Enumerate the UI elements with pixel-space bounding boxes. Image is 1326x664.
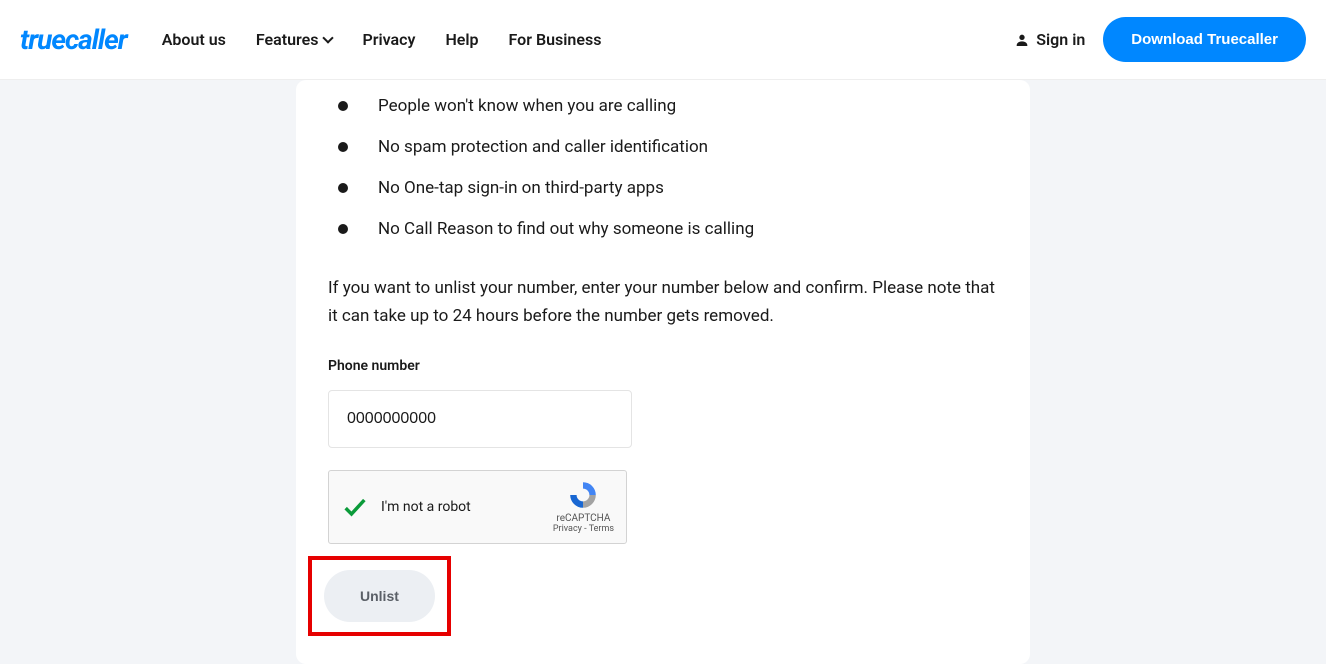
signin-link[interactable]: Sign in [1014, 30, 1085, 49]
chevron-down-icon [323, 32, 334, 43]
recaptcha-links: Privacy - Terms [553, 524, 614, 534]
bullet-text: No One-tap sign-in on third-party apps [378, 174, 664, 203]
phone-label: Phone number [328, 358, 998, 374]
nav-privacy[interactable]: Privacy [362, 30, 415, 49]
recaptcha-widget[interactable]: I'm not a robot reCAPTCHA Privacy - Term… [328, 470, 627, 544]
nav-label: Help [445, 30, 478, 49]
logo[interactable]: truecaller [20, 23, 127, 56]
nav-for-business[interactable]: For Business [509, 30, 602, 49]
nav: About us Features Privacy Help For Busin… [162, 30, 1015, 49]
list-item: No Call Reason to find out why someone i… [338, 215, 998, 244]
unlist-button[interactable]: Unlist [324, 570, 435, 622]
nav-features[interactable]: Features [256, 30, 333, 49]
bullet-icon [338, 101, 348, 111]
bullet-icon [338, 224, 348, 234]
nav-about-us[interactable]: About us [162, 30, 226, 49]
bullet-list: People won't know when you are calling N… [338, 92, 998, 244]
header: truecaller About us Features Privacy Hel… [0, 0, 1326, 80]
bullet-text: No spam protection and caller identifica… [378, 133, 708, 162]
highlight-annotation: Unlist [308, 556, 451, 636]
nav-help[interactable]: Help [445, 30, 478, 49]
bullet-icon [338, 183, 348, 193]
recaptcha-text: I'm not a robot [381, 499, 553, 515]
recaptcha-brand: reCAPTCHA Privacy - Terms [553, 479, 614, 534]
signin-label: Sign in [1036, 30, 1085, 49]
phone-input[interactable] [328, 390, 632, 448]
list-item: No spam protection and caller identifica… [338, 133, 998, 162]
unlist-card: People won't know when you are calling N… [296, 80, 1030, 664]
bullet-text: No Call Reason to find out why someone i… [378, 215, 754, 244]
nav-label: Privacy [362, 30, 415, 49]
bullet-text: People won't know when you are calling [378, 92, 676, 121]
nav-label: About us [162, 30, 226, 49]
nav-label: For Business [509, 30, 602, 49]
checkmark-icon [341, 493, 369, 521]
description: If you want to unlist your number, enter… [328, 274, 998, 330]
bullet-icon [338, 142, 348, 152]
list-item: No One-tap sign-in on third-party apps [338, 174, 998, 203]
page: People won't know when you are calling N… [0, 80, 1326, 664]
recaptcha-icon [567, 479, 599, 511]
list-item: People won't know when you are calling [338, 92, 998, 121]
recaptcha-brand-text: reCAPTCHA [553, 513, 614, 524]
download-button[interactable]: Download Truecaller [1103, 17, 1306, 62]
nav-label: Features [256, 30, 319, 49]
user-icon [1014, 32, 1030, 48]
header-right: Sign in Download Truecaller [1014, 17, 1306, 62]
